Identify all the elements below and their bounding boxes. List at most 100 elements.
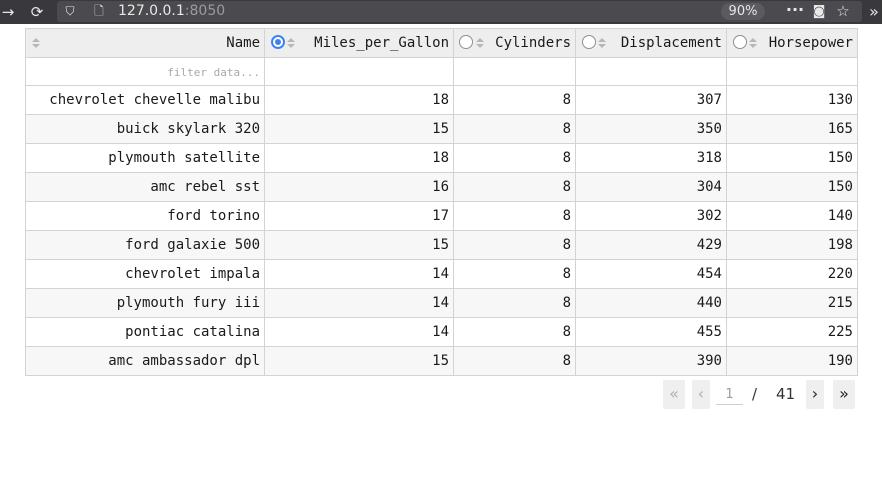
- page-separator: /: [752, 385, 758, 403]
- cell-name[interactable]: chevrolet chevelle malibu: [25, 85, 265, 115]
- cell-displacement[interactable]: 302: [575, 201, 727, 231]
- cell-cylinders[interactable]: 8: [453, 230, 576, 260]
- sort-icon[interactable]: [476, 38, 484, 50]
- cell-cylinders[interactable]: 8: [453, 317, 576, 347]
- back-arrow-icon[interactable]: →: [0, 0, 16, 24]
- previous-page-button[interactable]: ‹: [692, 380, 710, 409]
- cell-name[interactable]: amc rebel sst: [25, 172, 265, 202]
- first-page-button[interactable]: «: [663, 380, 685, 409]
- cell-cylinders[interactable]: 8: [453, 114, 576, 144]
- cell-displacement[interactable]: 454: [575, 259, 727, 289]
- header-displacement[interactable]: Displacement: [575, 28, 727, 58]
- cell-horsepower[interactable]: 140: [726, 201, 858, 231]
- column-select-radio[interactable]: [459, 35, 473, 49]
- cell-displacement[interactable]: 429: [575, 230, 727, 260]
- next-page-button[interactable]: ›: [806, 380, 824, 409]
- filter-input-name[interactable]: [30, 65, 260, 79]
- sort-icon[interactable]: [32, 38, 40, 50]
- column-select-radio[interactable]: [733, 35, 747, 49]
- cell-miles-per-gallon[interactable]: 15: [264, 230, 454, 260]
- url-bar[interactable]: ⛉ 🗋 127.0.0.1:8050 90% ··· ◙ ☆: [57, 1, 862, 22]
- cell-displacement[interactable]: 390: [575, 346, 727, 376]
- cell-horsepower[interactable]: 150: [726, 143, 858, 173]
- more-icon[interactable]: ···: [784, 1, 806, 22]
- header-cylinders[interactable]: Cylinders: [453, 28, 576, 58]
- cell-displacement[interactable]: 304: [575, 172, 727, 202]
- cell-displacement[interactable]: 350: [575, 114, 727, 144]
- header-horsepower[interactable]: Horsepower: [726, 28, 858, 58]
- table-row: plymouth satellite 18 8 318 150: [25, 143, 858, 173]
- cell-cylinders[interactable]: 8: [453, 346, 576, 376]
- cell-miles-per-gallon[interactable]: 18: [264, 85, 454, 115]
- cell-name[interactable]: plymouth satellite: [25, 143, 265, 173]
- filter-input-displacement[interactable]: [580, 65, 722, 79]
- column-select-radio[interactable]: [582, 35, 596, 49]
- cell-name[interactable]: chevrolet impala: [25, 259, 265, 289]
- filter-row: [25, 57, 858, 86]
- cell-name[interactable]: ford torino: [25, 201, 265, 231]
- browser-toolbar: → ⟳ ⛉ 🗋 127.0.0.1:8050 90% ··· ◙ ☆ »: [0, 0, 882, 24]
- header-miles-per-gallon[interactable]: Miles_per_Gallon: [264, 28, 454, 58]
- cell-horsepower[interactable]: 220: [726, 259, 858, 289]
- cell-displacement[interactable]: 455: [575, 317, 727, 347]
- cell-horsepower[interactable]: 165: [726, 114, 858, 144]
- reload-icon[interactable]: ⟳: [27, 0, 47, 24]
- cell-miles-per-gallon[interactable]: 14: [264, 317, 454, 347]
- filter-input-horsepower[interactable]: [731, 65, 853, 79]
- cell-name[interactable]: amc ambassador dpl: [25, 346, 265, 376]
- cell-miles-per-gallon[interactable]: 14: [264, 288, 454, 318]
- filter-input-miles-per-gallon[interactable]: [269, 65, 449, 79]
- table-row: amc ambassador dpl 15 8 390 190: [25, 346, 858, 376]
- cell-name[interactable]: ford galaxie 500: [25, 230, 265, 260]
- sort-icon[interactable]: [749, 38, 757, 50]
- cell-miles-per-gallon[interactable]: 17: [264, 201, 454, 231]
- sort-icon[interactable]: [598, 38, 606, 50]
- cell-horsepower[interactable]: 150: [726, 172, 858, 202]
- cell-horsepower[interactable]: 215: [726, 288, 858, 318]
- url-host: 127.0.0.1: [118, 3, 185, 19]
- shield-icon[interactable]: ⛉: [61, 1, 79, 22]
- last-page-button[interactable]: »: [833, 380, 855, 409]
- cell-horsepower[interactable]: 130: [726, 85, 858, 115]
- pocket-icon[interactable]: ◙: [810, 1, 828, 22]
- overflow-chevron-icon[interactable]: »: [866, 0, 882, 24]
- filter-input-cylinders[interactable]: [458, 65, 571, 79]
- cell-cylinders[interactable]: 8: [453, 85, 576, 115]
- column-select-radio[interactable]: [271, 35, 285, 49]
- cell-cylinders[interactable]: 8: [453, 259, 576, 289]
- cell-cylinders[interactable]: 8: [453, 172, 576, 202]
- header-name[interactable]: Name: [25, 28, 265, 58]
- table-row: buick skylark 320 15 8 350 165: [25, 114, 858, 144]
- cell-name[interactable]: buick skylark 320: [25, 114, 265, 144]
- current-page-input[interactable]: [716, 384, 743, 405]
- cell-miles-per-gallon[interactable]: 16: [264, 172, 454, 202]
- cell-cylinders[interactable]: 8: [453, 201, 576, 231]
- table-row: chevrolet impala 14 8 454 220: [25, 259, 858, 289]
- table-body: chevrolet chevelle malibu 18 8 307 130 b…: [25, 85, 858, 376]
- cell-horsepower[interactable]: 190: [726, 346, 858, 376]
- data-table-container: Name Miles_per_Gallon Cylinders Displace…: [25, 28, 858, 376]
- bookmark-star-icon[interactable]: ☆: [834, 1, 852, 22]
- cell-name[interactable]: plymouth fury iii: [25, 288, 265, 318]
- sort-icon[interactable]: [287, 38, 295, 50]
- filter-cell-cylinders: [453, 57, 576, 86]
- cell-displacement[interactable]: 440: [575, 288, 727, 318]
- header-label: Name: [226, 35, 260, 51]
- cell-miles-per-gallon[interactable]: 18: [264, 143, 454, 173]
- url-text[interactable]: 127.0.0.1:8050: [118, 1, 225, 22]
- table-row: chevrolet chevelle malibu 18 8 307 130: [25, 85, 858, 115]
- cell-miles-per-gallon[interactable]: 15: [264, 114, 454, 144]
- cell-horsepower[interactable]: 198: [726, 230, 858, 260]
- zoom-level-badge[interactable]: 90%: [721, 3, 765, 20]
- cell-miles-per-gallon[interactable]: 14: [264, 259, 454, 289]
- cell-cylinders[interactable]: 8: [453, 143, 576, 173]
- cell-displacement[interactable]: 318: [575, 143, 727, 173]
- cell-horsepower[interactable]: 225: [726, 317, 858, 347]
- filter-cell-name: [25, 57, 265, 86]
- cell-cylinders[interactable]: 8: [453, 288, 576, 318]
- cell-name[interactable]: pontiac catalina: [25, 317, 265, 347]
- cell-displacement[interactable]: 307: [575, 85, 727, 115]
- table-row: ford galaxie 500 15 8 429 198: [25, 230, 858, 260]
- header-row: Name Miles_per_Gallon Cylinders Displace…: [25, 28, 858, 58]
- cell-miles-per-gallon[interactable]: 15: [264, 346, 454, 376]
